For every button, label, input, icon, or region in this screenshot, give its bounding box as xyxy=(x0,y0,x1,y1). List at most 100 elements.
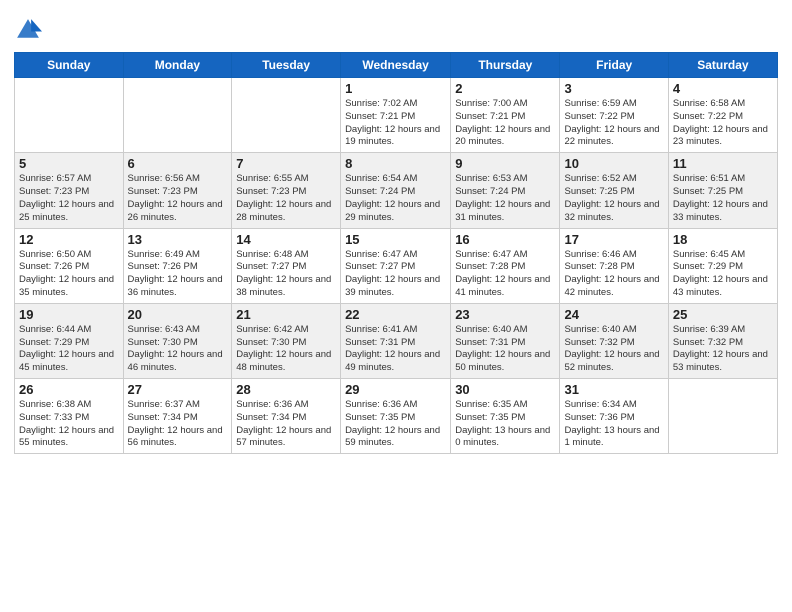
day-number: 9 xyxy=(455,156,555,171)
week-row-4: 19Sunrise: 6:44 AMSunset: 7:29 PMDayligh… xyxy=(15,303,778,378)
week-row-2: 5 Sunrise: 6:57 AMSunset: 7:23 PMDaylight… xyxy=(15,153,778,228)
day-cell-4: 4 Sunrise: 6:58 AMSunset: 7:22 PMDaylight… xyxy=(668,78,777,153)
day-number: 25 xyxy=(673,307,773,322)
day-info: Sunrise: 7:02 AMSunset: 7:21 PMDaylight:… xyxy=(345,98,446,149)
day-info: Sunrise: 6:58 AMSunset: 7:22 PMDaylight:… xyxy=(673,98,773,149)
empty-cell xyxy=(123,78,232,153)
day-number: 20 xyxy=(128,307,228,322)
day-number: 15 xyxy=(345,232,446,247)
day-number: 29 xyxy=(345,382,446,397)
weekday-header-friday: Friday xyxy=(560,53,668,78)
day-cell-14: 14 Sunrise: 6:48 AMSunset: 7:27 PMDayligh… xyxy=(232,228,341,303)
logo-icon xyxy=(14,16,42,44)
day-info: Sunrise: 6:52 AMSunset: 7:25 PMDaylight:… xyxy=(564,173,663,224)
day-number: 8 xyxy=(345,156,446,171)
weekday-header-thursday: Thursday xyxy=(451,53,560,78)
day-number: 4 xyxy=(673,81,773,96)
day-cell-13: 13 Sunrise: 6:49 AMSunset: 7:26 PMDayligh… xyxy=(123,228,232,303)
day-info: Sunrise: 6:49 AMSunset: 7:26 PMDaylight:… xyxy=(128,249,228,300)
day-info: Sunrise: 6:47 AMSunset: 7:28 PMDaylight:… xyxy=(455,249,555,300)
day-cell-10: 10 Sunrise: 6:52 AMSunset: 7:25 PMDayligh… xyxy=(560,153,668,228)
day-number: 30 xyxy=(455,382,555,397)
day-number: 12 xyxy=(19,232,119,247)
empty-cell xyxy=(668,379,777,454)
logo xyxy=(14,16,46,44)
day-number: 16 xyxy=(455,232,555,247)
day-cell-3: 3Sunrise: 6:59 AMSunset: 7:22 PMDaylight… xyxy=(560,78,668,153)
day-number: 27 xyxy=(128,382,228,397)
day-cell-25: 25 Sunrise: 6:39 AMSunset: 7:32 PMDayligh… xyxy=(668,303,777,378)
day-info: Sunrise: 6:57 AMSunset: 7:23 PMDaylight:… xyxy=(19,173,119,224)
day-cell-20: 20 Sunrise: 6:43 AMSunset: 7:30 PMDayligh… xyxy=(123,303,232,378)
day-cell-19: 19Sunrise: 6:44 AMSunset: 7:29 PMDayligh… xyxy=(15,303,124,378)
day-cell-7: 7 Sunrise: 6:55 AMSunset: 7:23 PMDaylight… xyxy=(232,153,341,228)
day-info: Sunrise: 6:38 AMSunset: 7:33 PMDaylight:… xyxy=(19,399,119,450)
day-cell-22: 22Sunrise: 6:41 AMSunset: 7:31 PMDayligh… xyxy=(341,303,451,378)
day-cell-24: 24 Sunrise: 6:40 AMSunset: 7:32 PMDayligh… xyxy=(560,303,668,378)
day-cell-31: 31 Sunrise: 6:34 AMSunset: 7:36 PMDayligh… xyxy=(560,379,668,454)
weekday-header-monday: Monday xyxy=(123,53,232,78)
day-info: Sunrise: 6:59 AMSunset: 7:22 PMDaylight:… xyxy=(564,98,663,149)
day-info: Sunrise: 6:36 AMSunset: 7:35 PMDaylight:… xyxy=(345,399,446,450)
day-info: Sunrise: 6:40 AMSunset: 7:32 PMDaylight:… xyxy=(564,324,663,375)
day-number: 17 xyxy=(564,232,663,247)
day-info: Sunrise: 6:47 AMSunset: 7:27 PMDaylight:… xyxy=(345,249,446,300)
day-number: 19 xyxy=(19,307,119,322)
day-info: Sunrise: 6:51 AMSunset: 7:25 PMDaylight:… xyxy=(673,173,773,224)
day-number: 7 xyxy=(236,156,336,171)
day-info: Sunrise: 7:00 AMSunset: 7:21 PMDaylight:… xyxy=(455,98,555,149)
day-info: Sunrise: 6:56 AMSunset: 7:23 PMDaylight:… xyxy=(128,173,228,224)
day-info: Sunrise: 6:55 AMSunset: 7:23 PMDaylight:… xyxy=(236,173,336,224)
day-cell-16: 16 Sunrise: 6:47 AMSunset: 7:28 PMDayligh… xyxy=(451,228,560,303)
day-cell-27: 27 Sunrise: 6:37 AMSunset: 7:34 PMDayligh… xyxy=(123,379,232,454)
day-info: Sunrise: 6:50 AMSunset: 7:26 PMDaylight:… xyxy=(19,249,119,300)
weekday-header-sunday: Sunday xyxy=(15,53,124,78)
weekday-header-tuesday: Tuesday xyxy=(232,53,341,78)
day-number: 10 xyxy=(564,156,663,171)
day-number: 1 xyxy=(345,81,446,96)
week-row-5: 26 Sunrise: 6:38 AMSunset: 7:33 PMDayligh… xyxy=(15,379,778,454)
day-number: 28 xyxy=(236,382,336,397)
day-info: Sunrise: 6:42 AMSunset: 7:30 PMDaylight:… xyxy=(236,324,336,375)
day-info: Sunrise: 6:37 AMSunset: 7:34 PMDaylight:… xyxy=(128,399,228,450)
day-number: 21 xyxy=(236,307,336,322)
day-number: 26 xyxy=(19,382,119,397)
day-number: 6 xyxy=(128,156,228,171)
day-info: Sunrise: 6:39 AMSunset: 7:32 PMDaylight:… xyxy=(673,324,773,375)
day-number: 31 xyxy=(564,382,663,397)
day-cell-1: 1 Sunrise: 7:02 AMSunset: 7:21 PMDaylight… xyxy=(341,78,451,153)
calendar-table: SundayMondayTuesdayWednesdayThursdayFrid… xyxy=(14,52,778,454)
day-cell-23: 23 Sunrise: 6:40 AMSunset: 7:31 PMDayligh… xyxy=(451,303,560,378)
day-info: Sunrise: 6:36 AMSunset: 7:34 PMDaylight:… xyxy=(236,399,336,450)
day-info: Sunrise: 6:46 AMSunset: 7:28 PMDaylight:… xyxy=(564,249,663,300)
day-number: 13 xyxy=(128,232,228,247)
day-number: 22 xyxy=(345,307,446,322)
day-info: Sunrise: 6:43 AMSunset: 7:30 PMDaylight:… xyxy=(128,324,228,375)
day-number: 11 xyxy=(673,156,773,171)
day-cell-21: 21 Sunrise: 6:42 AMSunset: 7:30 PMDayligh… xyxy=(232,303,341,378)
day-info: Sunrise: 6:40 AMSunset: 7:31 PMDaylight:… xyxy=(455,324,555,375)
day-info: Sunrise: 6:53 AMSunset: 7:24 PMDaylight:… xyxy=(455,173,555,224)
day-cell-9: 9 Sunrise: 6:53 AMSunset: 7:24 PMDaylight… xyxy=(451,153,560,228)
weekday-header-saturday: Saturday xyxy=(668,53,777,78)
day-number: 14 xyxy=(236,232,336,247)
day-cell-5: 5 Sunrise: 6:57 AMSunset: 7:23 PMDaylight… xyxy=(15,153,124,228)
day-info: Sunrise: 6:48 AMSunset: 7:27 PMDaylight:… xyxy=(236,249,336,300)
day-number: 24 xyxy=(564,307,663,322)
day-info: Sunrise: 6:54 AMSunset: 7:24 PMDaylight:… xyxy=(345,173,446,224)
day-number: 5 xyxy=(19,156,119,171)
day-info: Sunrise: 6:45 AMSunset: 7:29 PMDaylight:… xyxy=(673,249,773,300)
day-cell-17: 17 Sunrise: 6:46 AMSunset: 7:28 PMDayligh… xyxy=(560,228,668,303)
day-cell-26: 26 Sunrise: 6:38 AMSunset: 7:33 PMDayligh… xyxy=(15,379,124,454)
week-row-3: 12 Sunrise: 6:50 AMSunset: 7:26 PMDayligh… xyxy=(15,228,778,303)
weekday-header-wednesday: Wednesday xyxy=(341,53,451,78)
day-number: 23 xyxy=(455,307,555,322)
day-info: Sunrise: 6:34 AMSunset: 7:36 PMDaylight:… xyxy=(564,399,663,450)
header xyxy=(14,10,778,44)
day-cell-2: 2 Sunrise: 7:00 AMSunset: 7:21 PMDaylight… xyxy=(451,78,560,153)
day-number: 2 xyxy=(455,81,555,96)
day-cell-28: 28 Sunrise: 6:36 AMSunset: 7:34 PMDayligh… xyxy=(232,379,341,454)
day-cell-6: 6 Sunrise: 6:56 AMSunset: 7:23 PMDaylight… xyxy=(123,153,232,228)
empty-cell xyxy=(15,78,124,153)
day-cell-18: 18Sunrise: 6:45 AMSunset: 7:29 PMDayligh… xyxy=(668,228,777,303)
